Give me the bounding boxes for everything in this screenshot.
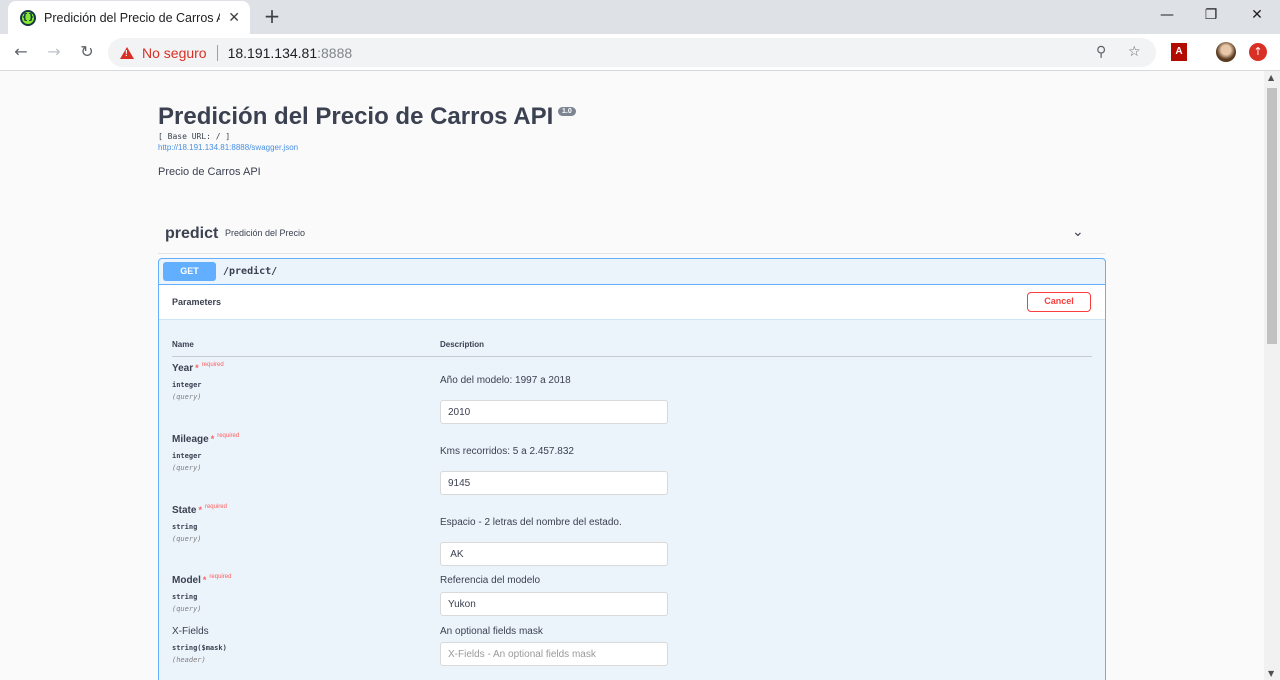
mileage-input[interactable] bbox=[440, 471, 668, 495]
required-star: * bbox=[202, 575, 207, 585]
window-close-icon[interactable]: ✕ bbox=[1234, 0, 1280, 30]
tab-close-icon[interactable]: ✕ bbox=[228, 10, 240, 26]
param-name-text: Mileage bbox=[172, 434, 209, 445]
param-location: (header) bbox=[172, 656, 206, 664]
param-type: string bbox=[172, 523, 198, 531]
back-icon[interactable]: ← bbox=[9, 40, 33, 64]
param-name-year: Year * required bbox=[172, 362, 224, 374]
header-divider bbox=[172, 356, 1092, 357]
x-fields-input[interactable] bbox=[440, 642, 668, 666]
new-tab-icon[interactable]: + bbox=[260, 5, 284, 29]
param-location: (query) bbox=[172, 393, 202, 401]
parameters-title: Parameters bbox=[172, 297, 222, 307]
tag-section-header[interactable]: predict Predición del Precio ⌄ bbox=[158, 216, 1105, 254]
browser-tab[interactable]: {} Predición del Precio de Carros API ✕ bbox=[8, 1, 250, 34]
base-url: [ Base URL: / ] bbox=[158, 132, 231, 141]
profile-avatar[interactable] bbox=[1216, 42, 1236, 62]
page-scrollbar[interactable]: ▲ ▼ bbox=[1264, 71, 1280, 680]
restore-icon[interactable]: ❐ bbox=[1188, 0, 1234, 30]
param-type: integer bbox=[172, 381, 202, 389]
required-label: required bbox=[209, 574, 232, 580]
param-description: Año del modelo: 1997 a 2018 bbox=[440, 375, 571, 386]
param-name-text: Model bbox=[172, 575, 201, 586]
state-input[interactable] bbox=[440, 542, 668, 566]
column-header-name: Name bbox=[172, 340, 194, 349]
param-description: Referencia del modelo bbox=[440, 575, 541, 586]
param-description: Espacio - 2 letras del nombre del estado… bbox=[440, 517, 622, 528]
reload-icon[interactable]: ↻ bbox=[75, 40, 99, 64]
version-badge: 1.0 bbox=[558, 107, 576, 116]
operation-block-get-predict: GET /predict/ Parameters Cancel Name Des… bbox=[158, 258, 1106, 680]
model-input[interactable] bbox=[440, 592, 668, 616]
scroll-thumb[interactable] bbox=[1267, 88, 1277, 344]
required-star: * bbox=[198, 505, 202, 515]
scroll-up-arrow-icon[interactable]: ▲ bbox=[1268, 73, 1274, 82]
param-location: (query) bbox=[172, 464, 202, 472]
swagger-json-link[interactable]: http://18.191.134.81:8888/swagger.json bbox=[158, 143, 298, 152]
required-star: * bbox=[210, 434, 215, 444]
api-description: Precio de Carros API bbox=[158, 166, 261, 178]
param-name-mileage: Mileage * required bbox=[172, 433, 240, 445]
method-badge: GET bbox=[163, 262, 216, 281]
tab-title: Predición del Precio de Carros API bbox=[44, 10, 221, 25]
param-location: (query) bbox=[172, 605, 202, 613]
url-host: 18.191.134.81 bbox=[227, 44, 318, 61]
param-name-state: State * required bbox=[172, 504, 227, 516]
year-input[interactable] bbox=[440, 400, 668, 424]
forward-icon[interactable]: → bbox=[42, 40, 66, 64]
page-viewport: Predición del Precio de Carros API 1.0 [… bbox=[0, 71, 1264, 680]
browser-toolbar: ← → ↻ ! No seguro 18.191.134.81 :8888 ⚲ … bbox=[0, 34, 1280, 71]
parameters-header: Parameters Cancel bbox=[159, 285, 1105, 320]
chevron-down-icon[interactable]: ⌄ bbox=[1072, 224, 1084, 240]
param-location: (query) bbox=[172, 535, 202, 543]
update-extension-icon[interactable]: ↑ bbox=[1249, 43, 1267, 61]
param-type: string($mask) bbox=[172, 644, 227, 652]
api-title: Predición del Precio de Carros API bbox=[158, 103, 554, 130]
warning-icon: ! bbox=[120, 46, 134, 59]
param-description: An optional fields mask bbox=[440, 626, 543, 637]
address-separator bbox=[216, 44, 218, 61]
required-label: required bbox=[217, 433, 240, 439]
param-description: Kms recorridos: 5 a 2.457.832 bbox=[440, 446, 574, 457]
param-name-text: State bbox=[172, 505, 197, 516]
required-label: required bbox=[204, 504, 227, 510]
minimize-icon[interactable]: — bbox=[1144, 0, 1190, 30]
browser-tab-strip: {} Predición del Precio de Carros API ✕ … bbox=[0, 0, 1280, 34]
scroll-down-arrow-icon[interactable]: ▼ bbox=[1268, 669, 1274, 678]
column-header-description: Description bbox=[440, 340, 485, 349]
operation-summary[interactable]: GET /predict/ bbox=[159, 259, 1105, 285]
pdf-extension-icon[interactable]: A bbox=[1171, 43, 1187, 61]
swagger-favicon-icon: {} bbox=[20, 9, 36, 26]
param-name-x-fields: X-Fields bbox=[172, 626, 209, 637]
tag-description: Predición del Precio bbox=[225, 228, 306, 238]
address-bar[interactable]: ! No seguro 18.191.134.81 :8888 ⚲ ☆ bbox=[108, 38, 1156, 67]
param-type: integer bbox=[172, 452, 202, 460]
required-star: * bbox=[195, 363, 199, 373]
param-type: string bbox=[172, 593, 198, 601]
zoom-icon[interactable]: ⚲ bbox=[1096, 44, 1106, 60]
required-label: required bbox=[201, 362, 224, 368]
cancel-button[interactable]: Cancel bbox=[1027, 292, 1091, 312]
bookmark-star-icon[interactable]: ☆ bbox=[1128, 44, 1141, 60]
operation-path: /predict/ bbox=[223, 266, 278, 277]
param-name-text: Year bbox=[172, 363, 194, 374]
tag-name: predict bbox=[165, 225, 219, 242]
param-name-model: Model * required bbox=[172, 574, 232, 586]
url-port: :8888 bbox=[317, 44, 353, 61]
security-label[interactable]: No seguro bbox=[142, 45, 207, 61]
